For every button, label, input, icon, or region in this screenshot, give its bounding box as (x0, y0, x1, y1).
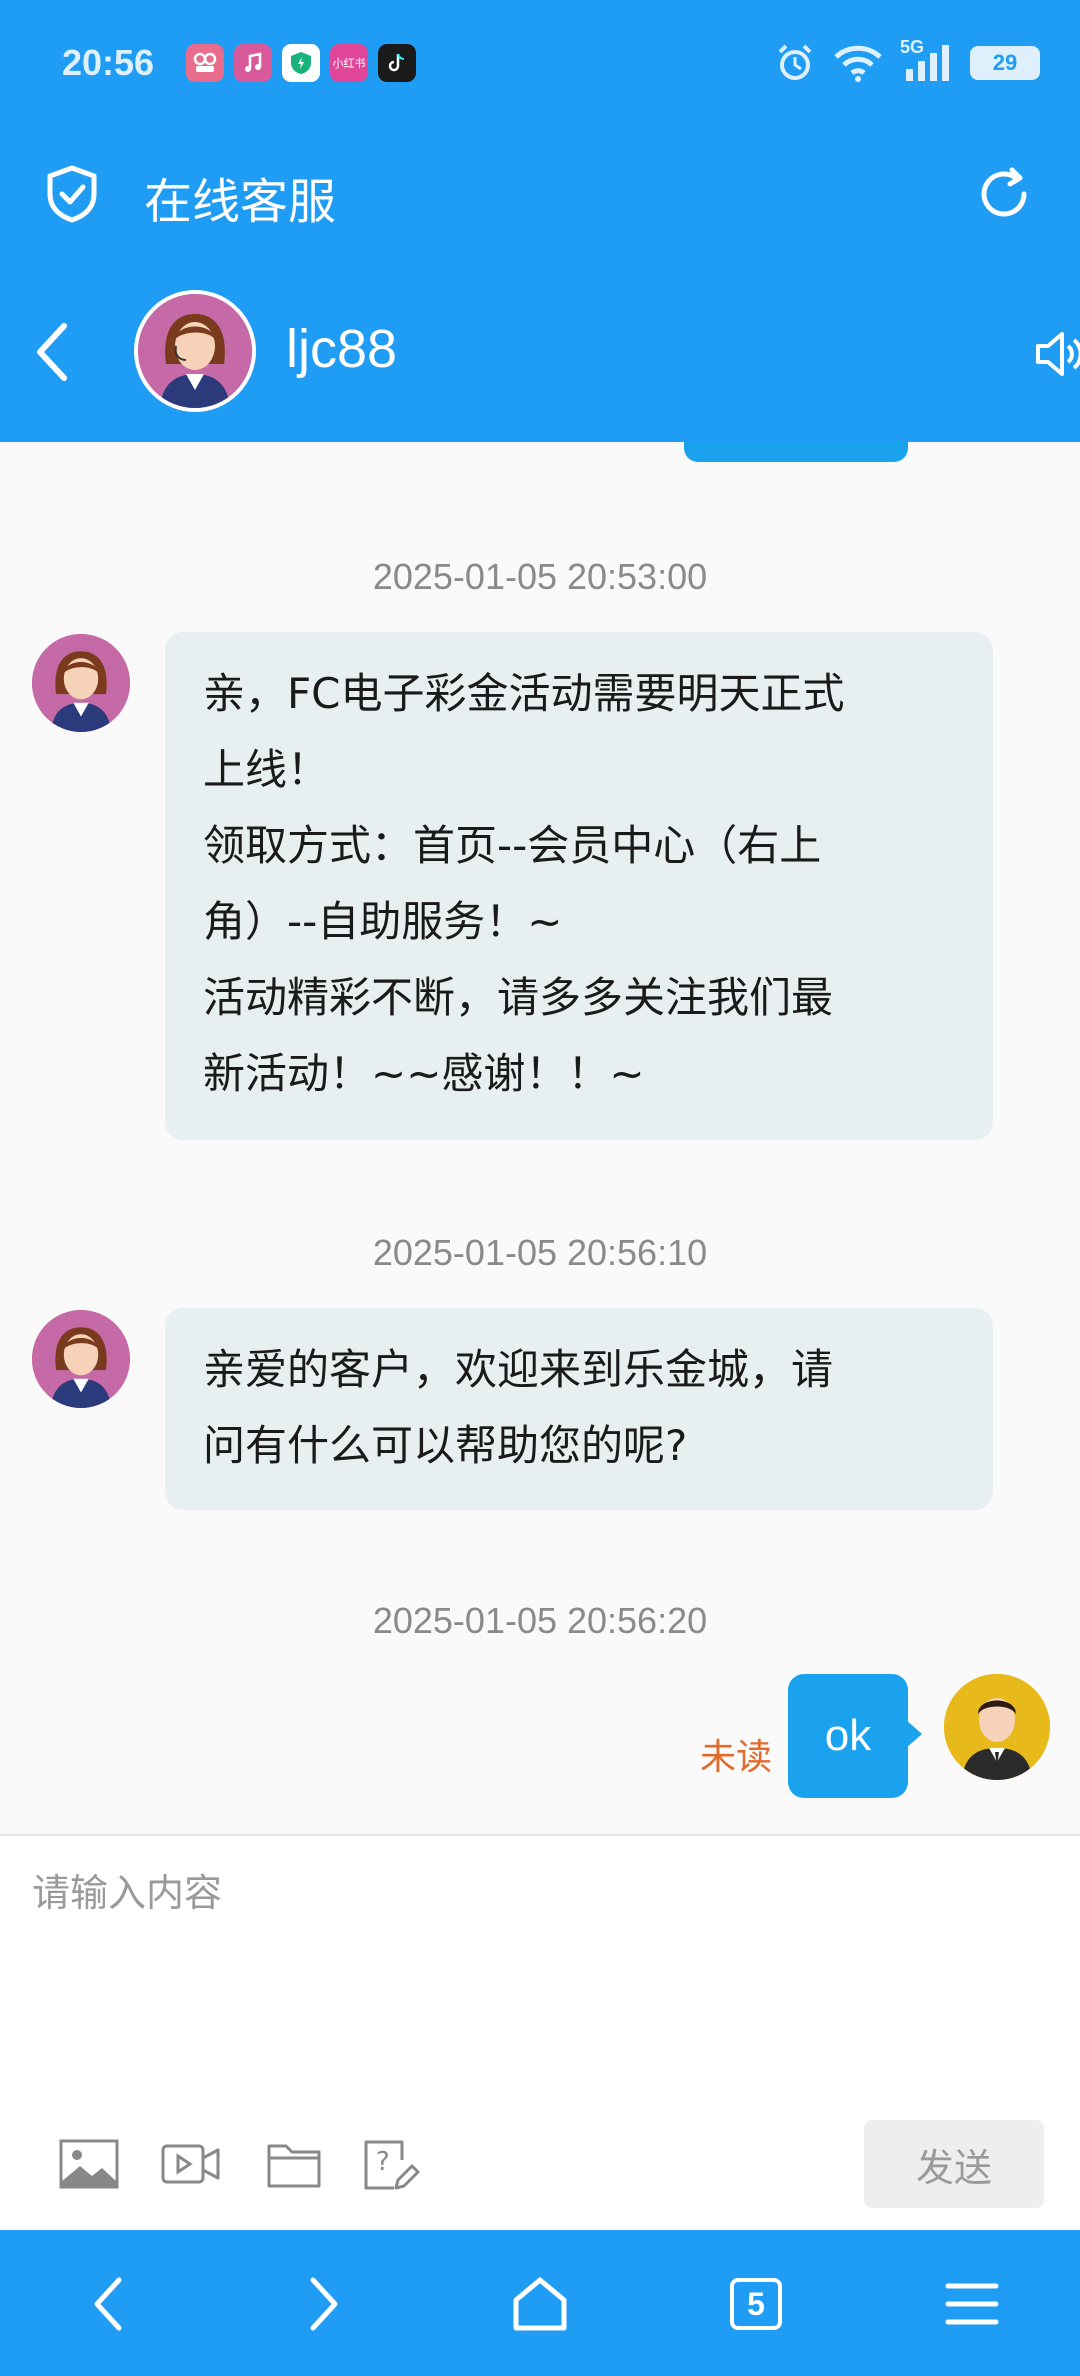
nav-home-button[interactable] (500, 2264, 580, 2344)
message-text: ok (824, 1711, 872, 1760)
system-indicators: 5G 29 (774, 37, 1040, 84)
question-edit-icon[interactable]: ? (362, 2138, 420, 2194)
nav-tabs-button[interactable]: 5 (716, 2264, 796, 2344)
svg-text:?: ? (376, 2147, 390, 2177)
wifi-icon (834, 45, 882, 82)
browser-bottom-nav: 5 (0, 2230, 1080, 2376)
alarm-icon (778, 44, 812, 80)
image-icon[interactable] (58, 2138, 120, 2190)
message-timestamp: 2025-01-05 20:56:10 (372, 1232, 708, 1273)
nav-back-button[interactable] (68, 2264, 148, 2344)
send-button[interactable]: 发送 (864, 2120, 1044, 2208)
agent-avatar[interactable] (134, 290, 256, 412)
message-composer: 请输入内容 ? 发送 (0, 1834, 1080, 2230)
chat-header: ljc88 (0, 260, 1080, 442)
back-arrow-icon[interactable] (30, 320, 74, 384)
tabs-icon: 5 (730, 2278, 782, 2330)
video-app-icon (186, 44, 224, 82)
message-bubble-outgoing[interactable]: ok (788, 1674, 922, 1798)
cellular-signal-icon: 5G (900, 37, 954, 83)
page-title: 在线客服 (144, 174, 337, 230)
video-icon[interactable] (160, 2138, 222, 2190)
security-app-icon (282, 44, 320, 82)
battery-icon: 29 (970, 46, 1040, 80)
status-bar: 20:56 小红书 5G 29 (0, 0, 1080, 130)
unread-status: 未读 (700, 1737, 773, 1778)
message-timestamp: 2025-01-05 20:53:00 (372, 556, 708, 597)
shield-check-icon (47, 165, 97, 223)
chevron-left-icon (94, 2277, 122, 2331)
tiktok-app-icon (378, 44, 416, 82)
nav-forward-button[interactable] (284, 2264, 364, 2344)
previous-message-bubble (684, 442, 908, 462)
chat-messages[interactable]: 2025-01-05 20:53:00 亲，FC电子彩金活动需要明天正式 上线！… (0, 442, 1080, 1834)
refresh-icon[interactable] (974, 164, 1034, 224)
agent-avatar-small (32, 634, 130, 732)
status-time: 20:56 (62, 42, 155, 83)
agent-name: ljc88 (286, 319, 398, 379)
menu-icon (945, 2283, 999, 2325)
home-icon (513, 2277, 567, 2331)
folder-icon[interactable] (266, 2138, 322, 2190)
user-avatar (944, 1674, 1050, 1780)
agent-avatar-small (32, 1310, 130, 1408)
tabs-count: 5 (747, 2285, 765, 2322)
app-header: 在线客服 (0, 130, 1080, 260)
chevron-right-icon (310, 2277, 338, 2331)
xiaohongshu-app-icon: 小红书 (330, 44, 368, 82)
message-timestamp: 2025-01-05 20:56:20 (372, 1600, 708, 1641)
speaker-icon[interactable] (1034, 326, 1080, 382)
nav-menu-button[interactable] (932, 2264, 1012, 2344)
message-bubble-incoming[interactable]: 亲，FC电子彩金活动需要明天正式 上线！ 领取方式：首页--会员中心（右上 角）… (165, 632, 993, 1140)
message-input[interactable]: 请输入内容 (32, 1862, 222, 1917)
message-bubble-incoming[interactable]: 亲爱的客户，欢迎来到乐金城，请 问有什么可以帮助您的呢? (165, 1308, 993, 1510)
music-app-icon (234, 44, 272, 82)
notification-icons: 小红书 (186, 44, 416, 82)
